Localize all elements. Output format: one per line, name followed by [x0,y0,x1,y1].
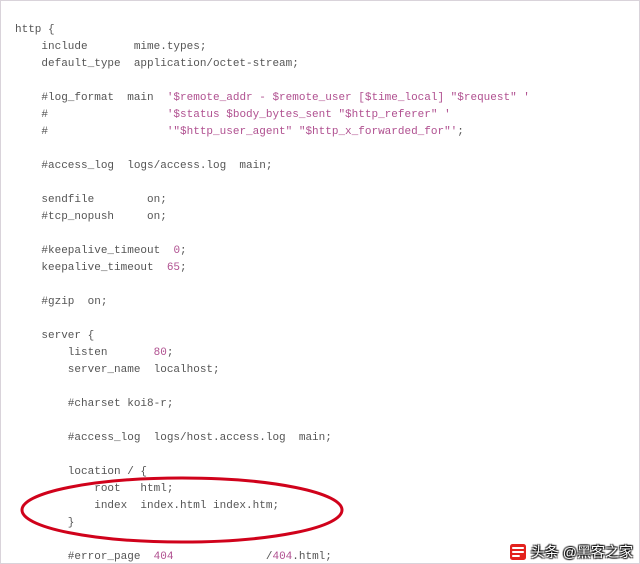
code-line: #keepalive_timeout 0; [15,245,187,257]
code-line: server { [15,330,94,342]
code-line: #error_page 404 /404.html; [15,551,332,563]
watermark-prefix: 头条 [531,544,559,561]
code-line: root html; [15,483,173,495]
document-page: http { include mime.types; default_type … [0,0,640,564]
config-code-block: http { include mime.types; default_type … [1,1,639,564]
code-line: server_name localhost; [15,364,220,376]
toutiao-logo-icon [509,543,527,561]
code-line: } [15,517,74,529]
code-line: sendfile on; [15,194,167,206]
code-line: include mime.types; [15,41,206,53]
watermark: 头条 @黑客之家 [509,543,633,561]
code-line: #gzip on; [15,296,107,308]
code-line: index index.html index.htm; [15,500,279,512]
code-line: http { [15,24,55,36]
code-line: #log_format main '$remote_addr - $remote… [15,92,530,104]
watermark-handle: @黑客之家 [563,544,633,561]
code-line: default_type application/octet-stream; [15,58,299,70]
code-line: listen 80; [15,347,173,359]
code-line: location / { [15,466,147,478]
code-line: #access_log logs/host.access.log main; [15,432,332,444]
code-line: #tcp_nopush on; [15,211,167,223]
code-line: #access_log logs/access.log main; [15,160,272,172]
code-line: # '"$http_user_agent" "$http_x_forwarded… [15,126,464,138]
code-line: keepalive_timeout 65; [15,262,187,274]
code-line: # '$status $body_bytes_sent "$http_refer… [15,109,451,121]
code-line: #charset koi8-r; [15,398,173,410]
